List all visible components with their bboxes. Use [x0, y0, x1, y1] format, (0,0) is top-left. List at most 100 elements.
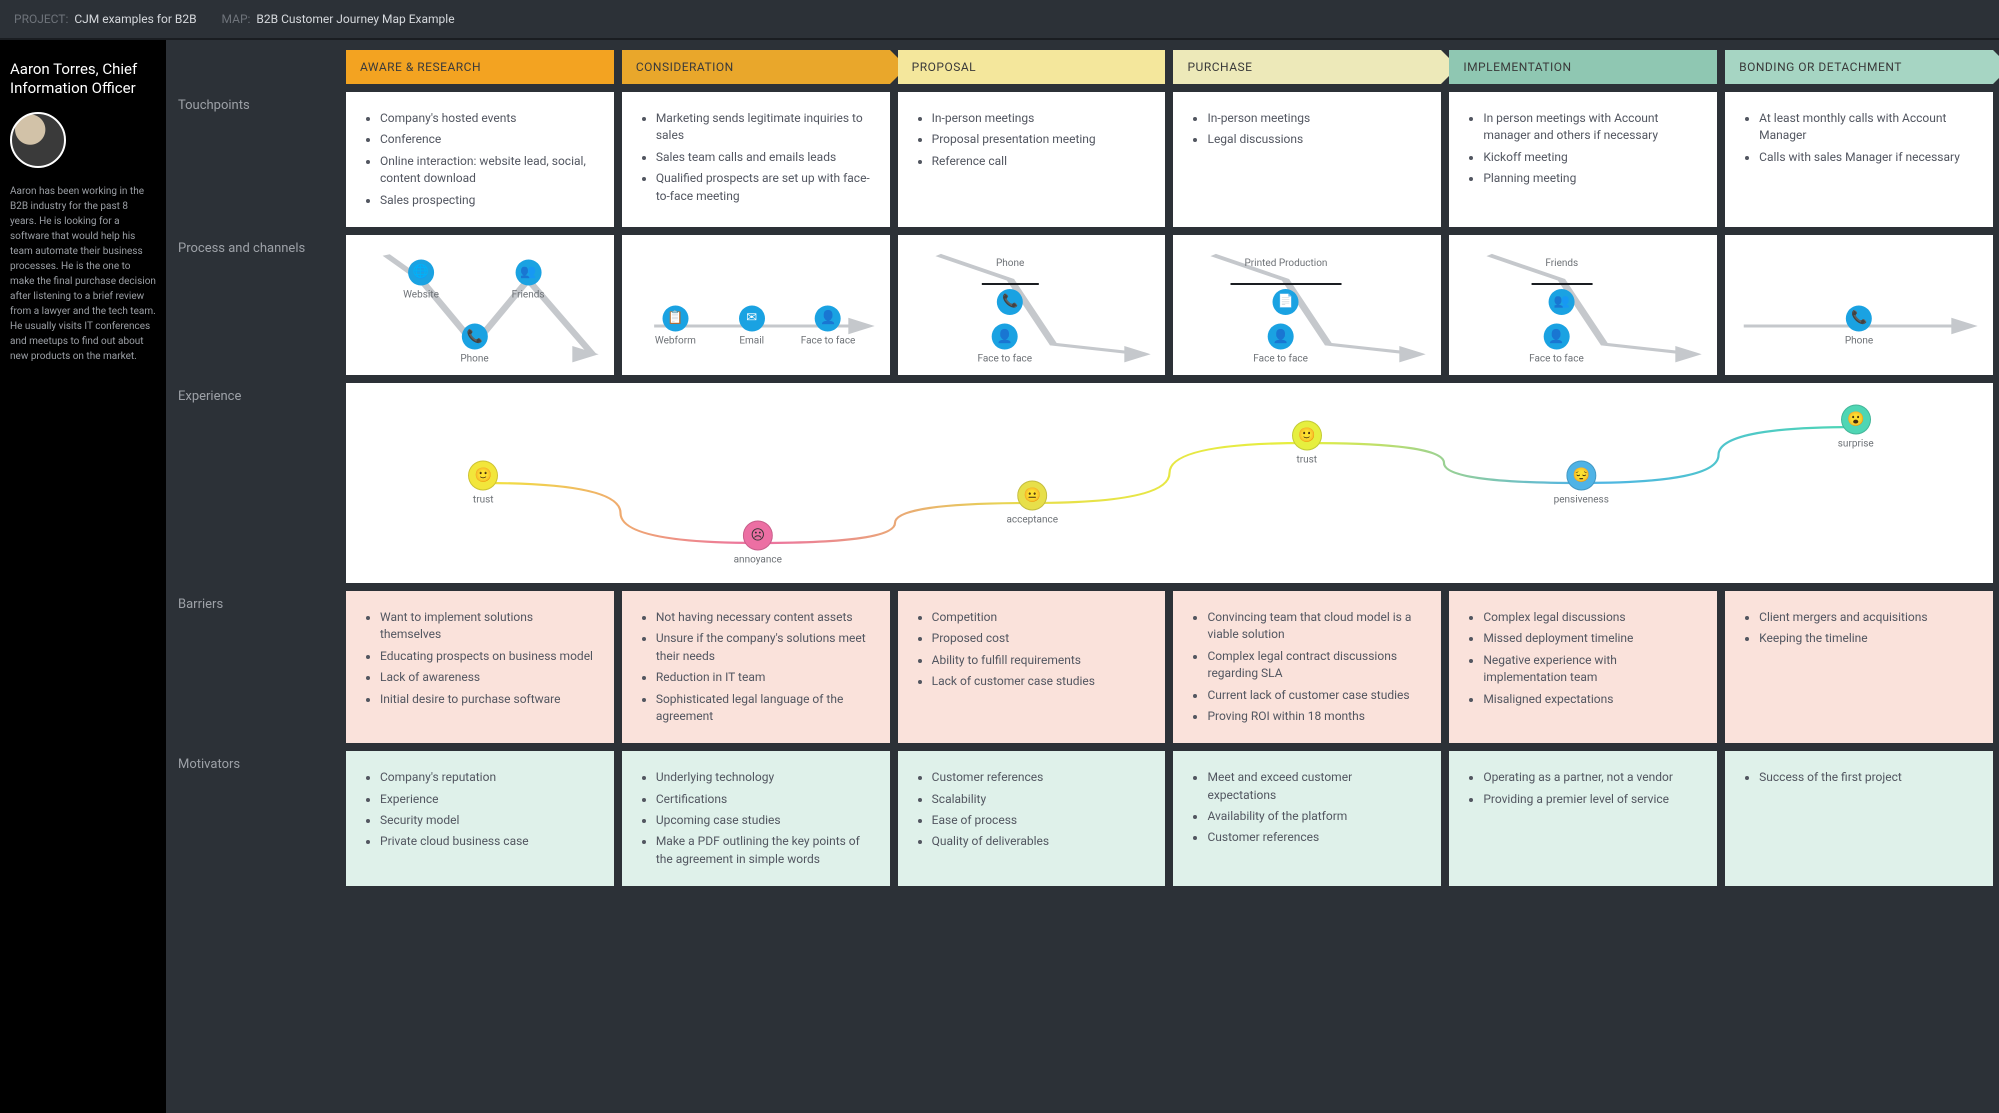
channel-label: Friends	[1531, 245, 1592, 285]
list-item: Sophisticated legal language of the agre…	[656, 691, 872, 726]
list-item: Operating as a partner, not a vendor	[1483, 769, 1699, 786]
motivators-card: Underlying technology Certifications Upcom…	[622, 751, 890, 886]
stage-implement[interactable]: IMPLEMENTATION	[1449, 50, 1717, 84]
list-item: Certifications	[656, 791, 872, 808]
row-label-process: Process and channels	[172, 235, 338, 375]
list-item: Sales prospecting	[380, 192, 596, 209]
channel-friends: Friends👥	[1531, 245, 1592, 315]
list-item: Current lack of customer case studies	[1207, 687, 1423, 704]
list-item: Proposal presentation meeting	[932, 131, 1148, 148]
barriers-card: CompetitionProposed costAbility to fulfi…	[898, 591, 1166, 743]
emotion-face-icon: 😔	[1566, 460, 1596, 490]
top-bar: PROJECT: CJM examples for B2B MAP: B2B C…	[0, 0, 1999, 40]
barriers-card: Convincing team that cloud model is a vi…	[1173, 591, 1441, 743]
barriers-card: Complex legal discussions Missed deployme…	[1449, 591, 1717, 743]
motivators-row: Motivators Company's reputationExperienc…	[172, 751, 1993, 886]
list-item: Unsure if the company's solutions meet t…	[656, 630, 872, 665]
emotion-face-icon: ☹	[743, 520, 773, 550]
persona-sidebar: Aaron Torres, Chief Information Officer …	[0, 40, 166, 1113]
channel-label: Phone	[460, 354, 488, 365]
list-item: Educating prospects on business model	[380, 648, 596, 665]
stage-proposal[interactable]: PROPOSAL	[898, 50, 1166, 84]
list-item: Quality of deliverables	[932, 833, 1148, 850]
motivators-card: Operating as a partner, not a vendorProv…	[1449, 751, 1717, 886]
motivators-card: Meet and exceed customer expectationsAva…	[1173, 751, 1441, 886]
stage-title: PURCHASE	[1187, 60, 1252, 74]
motivators-card: Company's reputationExperienceSecurity m…	[346, 751, 614, 886]
touchpoints-card: In person meetings with Account manager …	[1449, 92, 1717, 227]
person-icon: 👤	[1268, 324, 1294, 350]
project-label: PROJECT:	[14, 12, 68, 26]
list-item: Make a PDF outlining the key points of t…	[656, 833, 872, 868]
emotion-face-icon: 🙂	[1292, 420, 1322, 450]
stage-consider[interactable]: CONSIDERATION	[622, 50, 890, 84]
list-item: At least monthly calls with Account Mana…	[1759, 110, 1975, 145]
list-item: Scalability	[932, 791, 1148, 808]
emotion-label: pensiveness	[1554, 494, 1609, 505]
barriers-card: Client mergers and acquisitionsKeeping t…	[1725, 591, 1993, 743]
channel-website: 🌐Website	[403, 259, 439, 300]
emotion-label: annoyance	[734, 554, 782, 565]
phone-icon: 📞	[997, 289, 1023, 315]
list-item: In person meetings with Account manager …	[1483, 110, 1699, 145]
channel-label: Face to face	[977, 354, 1032, 365]
list-item: Keeping the timeline	[1759, 630, 1975, 647]
stage-title: CONSIDERATION	[636, 60, 734, 74]
channel-friends: 👥Friends	[512, 259, 545, 300]
motivators-card: Customer referencesScalabilityEase of pr…	[898, 751, 1166, 886]
channel-label: Phone	[982, 245, 1038, 285]
barriers-row: Barriers Want to implement solutions the…	[172, 591, 1993, 743]
map-name[interactable]: B2B Customer Journey Map Example	[256, 12, 454, 26]
list-item: Kickoff meeting	[1483, 149, 1699, 166]
channel-email: ✉ Email	[739, 305, 765, 346]
phone-icon: 📞	[1846, 305, 1872, 331]
list-item: Upcoming case studies	[656, 812, 872, 829]
list-item: In-person meetings	[1207, 110, 1423, 127]
list-item: Not having necessary content assets	[656, 609, 872, 626]
list-item: Legal discussions	[1207, 131, 1423, 148]
process-cell: 📞Phone	[1725, 235, 1993, 375]
stage-title: BONDING OR DETACHMENT	[1739, 60, 1902, 74]
channel-label: Face to face	[1253, 354, 1308, 365]
list-item: Availability of the platform	[1207, 808, 1423, 825]
touchpoints-card: In-person meetings Proposal presentation …	[898, 92, 1166, 227]
emotion-label: trust	[473, 494, 494, 505]
stage-bonding[interactable]: BONDING OR DETACHMENT	[1725, 50, 1993, 84]
list-item: Complex legal discussions	[1483, 609, 1699, 626]
process-cell: Friends👥👤Face to face	[1449, 235, 1717, 375]
channel-label: Webform	[655, 335, 696, 346]
channel-phone: 📞Phone	[1845, 305, 1873, 346]
touchpoints-row: Touchpoints Company's hosted eventsConfe…	[172, 92, 1993, 227]
list-item: Proving ROI within 18 months	[1207, 708, 1423, 725]
touchpoints-card: In-person meetings Legal discussions	[1173, 92, 1441, 227]
list-item: Calls with sales Manager if necessary	[1759, 149, 1975, 166]
list-item: Security model	[380, 812, 596, 829]
experience-pensiveness: 😔 pensiveness	[1554, 460, 1609, 505]
list-item: Underlying technology	[656, 769, 872, 786]
channel-label: Email	[739, 335, 764, 346]
list-item: Want to implement solutions themselves	[380, 609, 596, 644]
project-name[interactable]: CJM examples for B2B	[74, 12, 196, 26]
process-cell: 🌐Website👥Friends📞Phone	[346, 235, 614, 375]
list-item: Private cloud business case	[380, 833, 596, 850]
emotion-label: trust	[1296, 454, 1317, 465]
process-cell: 📋Webform✉Email👤Face to face	[622, 235, 890, 375]
list-item: Ease of process	[932, 812, 1148, 829]
stage-title: IMPLEMENTATION	[1463, 60, 1571, 74]
channel-webform: 📋Webform	[655, 305, 696, 346]
stage-aware[interactable]: AWARE & RESEARCH	[346, 50, 614, 84]
persona-avatar	[10, 112, 66, 168]
list-item: Conference	[380, 131, 596, 148]
person-icon: 👤	[815, 305, 841, 331]
stage-title: PROPOSAL	[912, 60, 976, 74]
mail-icon: ✉	[739, 305, 765, 331]
list-item: In-person meetings	[932, 110, 1148, 127]
channel-face-to-face: 👤 Face to face	[1253, 324, 1308, 365]
stage-purchase[interactable]: PURCHASE	[1173, 50, 1441, 84]
list-item: Missed deployment timeline	[1483, 630, 1699, 647]
person-icon: 👤	[1543, 324, 1569, 350]
list-item: Initial desire to purchase software	[380, 691, 596, 708]
process-row: Process and channels 🌐Website👥Friends📞Ph…	[172, 235, 1993, 375]
list-item: Sales team calls and emails leads	[656, 149, 872, 166]
row-label-motivators: Motivators	[172, 751, 338, 886]
